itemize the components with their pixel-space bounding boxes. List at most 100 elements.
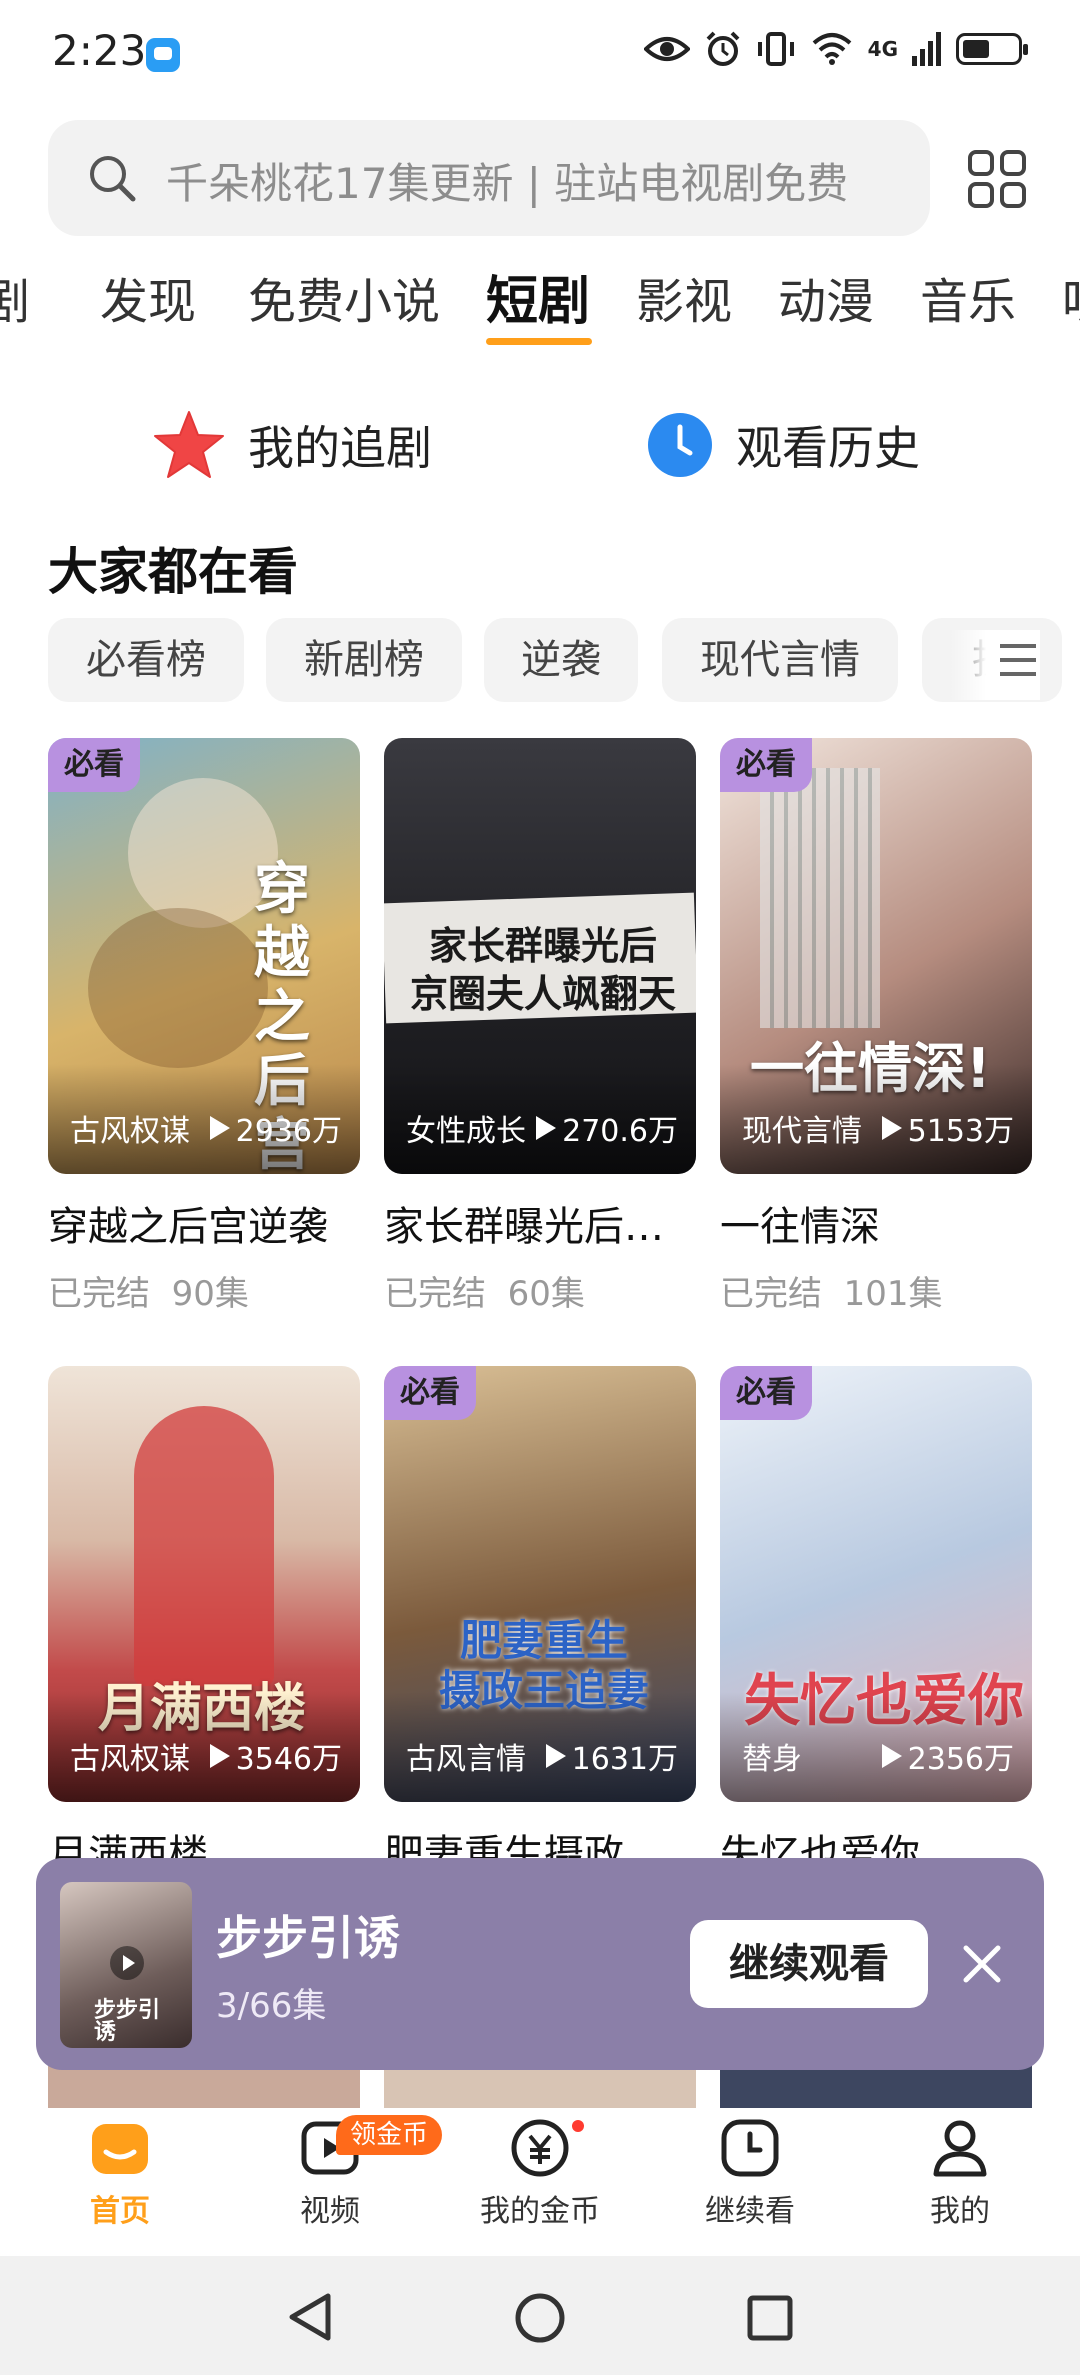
tab-drama-cut[interactable]: 剧 [0,262,30,332]
chip-more-button[interactable] [950,630,1040,700]
nav-profile-label: 我的 [930,2194,990,2229]
nav-home-label: 首页 [90,2194,150,2229]
view-count: 5153万 [881,1106,1014,1150]
home-icon [92,2124,148,2174]
tab-discover[interactable]: 发现 [100,262,196,332]
tab-music[interactable]: 音乐 [920,262,1016,332]
chip-new-drama[interactable]: 新剧榜 [266,618,462,702]
view-count-value: 3546万 [235,1742,342,1777]
wifi-icon [812,33,851,65]
status-icons: 4G [643,30,1028,68]
star-icon [154,411,224,478]
poster-title-text: 家长群曝光后 京圈夫人飒翻天 [409,924,676,1016]
tab-free-novel[interactable]: 免费小说 [248,262,440,332]
message-notification-icon [146,38,180,72]
nav-continue[interactable]: 继续看 [670,2118,830,2230]
nav-profile[interactable]: 我的 [880,2118,1040,2230]
view-count-value: 5153万 [907,1114,1014,1149]
network-type: 4G [867,37,898,61]
must-watch-badge: 必看 [384,1366,476,1420]
thumbnail-title-text: 步步引诱 [94,1998,161,2045]
category-grid-icon[interactable] [966,148,1028,210]
drama-card[interactable]: 家长群曝光后 京圈夫人飒翻天 女性成长 270.6万 家长群曝光后… 已完结 6… [384,738,696,1315]
view-count: 2356万 [881,1734,1014,1778]
nav-my-coins[interactable]: 我的金币 [460,2118,620,2230]
drama-poster[interactable]: 肥妻重生 摄政王追妻 必看 古风言情 1631万 [384,1366,696,1802]
drama-status: 已完结 [720,1274,822,1314]
play-icon [209,1116,230,1140]
drama-title[interactable]: 一往情深 [720,1194,1032,1252]
continue-watching-bar[interactable]: 步步引诱 步步引诱 3/66集 继续观看 [36,1858,1044,2070]
drama-card[interactable]: 肥妻重生 摄政王追妻 必看 古风言情 1631万 肥妻重生摄政 [384,1366,696,1880]
tab-anime[interactable]: 动漫 [778,262,874,332]
close-icon[interactable] [960,1942,1004,1986]
view-count: 3546万 [209,1734,342,1778]
play-icon [545,1744,566,1768]
drama-card[interactable]: 一往情深! 必看 现代言情 5153万 一往情深 已完结 101集 [720,738,1032,1315]
drama-poster[interactable]: 穿越之后宫逆 必看 古风权谋 2936万 [48,738,360,1174]
home-circle-icon[interactable] [514,2292,566,2344]
genre-tag: 古风权谋 [70,1742,190,1777]
battery-icon [956,33,1028,65]
genre-tag: 古风权谋 [70,1114,190,1149]
drama-poster[interactable]: 一往情深! 必看 现代言情 5153万 [720,738,1032,1174]
nav-video-label: 视频 [300,2194,360,2229]
genre-tag: 女性成长 [406,1114,526,1149]
must-watch-badge: 必看 [720,1366,812,1420]
view-count: 1631万 [545,1734,678,1778]
view-count-value: 2356万 [907,1742,1014,1777]
play-icon [209,1744,230,1768]
drama-title[interactable]: 家长群曝光后… [384,1194,696,1252]
continue-watch-button[interactable]: 继续观看 [690,1920,928,2008]
nav-home[interactable]: 首页 [40,2118,200,2230]
status-time: 2:23 [52,26,147,75]
chip-counterattack[interactable]: 逆袭 [484,618,638,702]
drama-poster[interactable]: 月满西楼 古风权谋 3546万 [48,1366,360,1802]
view-count: 270.6万 [536,1106,678,1150]
drama-meta: 已完结 101集 [720,1266,1032,1315]
coin-icon [511,2119,569,2177]
continue-thumbnail[interactable]: 步步引诱 [60,1882,192,2048]
back-icon[interactable] [286,2292,334,2342]
drama-meta: 已完结 60集 [384,1266,696,1315]
claim-coins-badge[interactable]: 领金币 [336,2115,443,2155]
notification-dot [572,2120,584,2132]
tab-short-drama[interactable]: 短剧 [486,262,590,334]
continue-title: 步步引诱 [216,1911,400,1965]
drama-episodes: 60集 [507,1274,585,1314]
drama-card[interactable]: 穿越之后宫逆 必看 古风权谋 2936万 穿越之后宫逆袭 已完结 90集 [48,738,360,1315]
vibrate-icon [757,32,794,66]
eye-icon [643,37,690,61]
nav-my-coins-label: 我的金币 [480,2194,600,2229]
genre-tag: 古风言情 [406,1742,526,1777]
recents-icon[interactable] [746,2294,794,2342]
chip-modern-romance[interactable]: 现代言情 [662,618,898,702]
view-count: 2936万 [209,1106,342,1150]
view-count-value: 270.6万 [562,1114,678,1149]
continue-progress: 3/66集 [216,1986,327,2026]
drama-title[interactable]: 穿越之后宫逆袭 [48,1194,360,1252]
search-bar[interactable]: 千朵桃花17集更新 | 驻站电视剧免费 [48,120,930,236]
drama-episodes: 101集 [843,1274,943,1314]
tab-listen[interactable]: 听 [1062,262,1080,332]
genre-tag: 替身 [742,1742,802,1777]
view-count-value: 1631万 [571,1742,678,1777]
drama-poster[interactable]: 家长群曝光后 京圈夫人飒翻天 女性成长 270.6万 [384,738,696,1174]
genre-tag: 现代言情 [742,1114,862,1149]
must-watch-badge: 必看 [720,738,812,792]
play-icon [881,1744,902,1768]
my-follow-link[interactable]: 我的追剧 [152,410,432,480]
chip-must-watch[interactable]: 必看榜 [48,618,244,702]
status-bar: 2:23 4G [0,0,1080,110]
drama-poster[interactable]: 失忆也爱你 必看 替身 2356万 [720,1366,1032,1802]
active-tab-indicator [486,338,592,345]
drama-status: 已完结 [384,1274,486,1314]
drama-episodes: 90集 [171,1274,249,1314]
watch-history-label: 观看历史 [736,421,920,475]
drama-card[interactable]: 月满西楼 古风权谋 3546万 月满西楼 [48,1366,360,1880]
watch-history-link[interactable]: 观看历史 [646,410,920,480]
nav-continue-label: 继续看 [705,2194,795,2229]
tab-film-tv[interactable]: 影视 [636,262,732,332]
drama-card[interactable]: 失忆也爱你 必看 替身 2356万 失忆也爱你 [720,1366,1032,1880]
person-icon [933,2120,987,2177]
